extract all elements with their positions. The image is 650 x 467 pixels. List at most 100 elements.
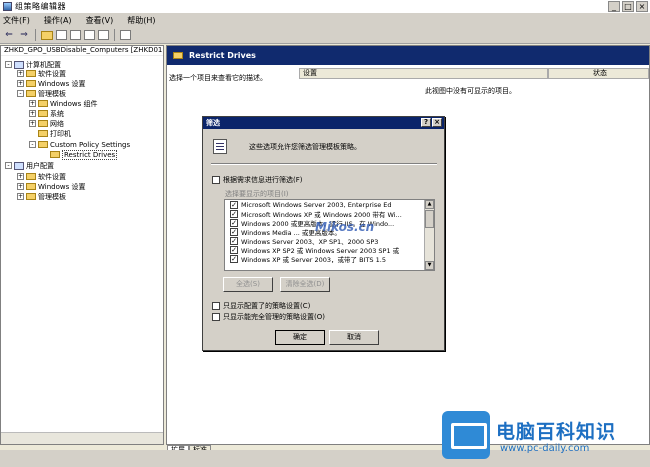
scroll-up-arrow-icon[interactable]: ▲: [425, 200, 434, 209]
filter-icon[interactable]: [120, 30, 131, 40]
checkbox-checked-icon[interactable]: ✓: [230, 218, 238, 227]
filter-dialog: 筛选 ? × 这些选项允许您筛选管理模板策略。 根据需求信息进行筛选(F) 选择…: [202, 116, 445, 351]
tree-item[interactable]: - 用户配置: [5, 161, 54, 170]
folder-icon: [38, 130, 48, 137]
tree-item[interactable]: + 软件设置: [17, 172, 66, 181]
tree-root[interactable]: ZHKD_GPO_USBDisable_Computers [ZHKD01...: [1, 46, 163, 56]
tree-item[interactable]: - Custom Policy Settings: [29, 140, 130, 149]
export-list-icon[interactable]: [70, 30, 81, 40]
tree-item[interactable]: 打印机: [29, 129, 71, 138]
menu-file[interactable]: 文件(F): [3, 15, 30, 26]
list-item[interactable]: ✓ Windows XP SP2 或 Windows Server 2003 SP…: [225, 245, 425, 254]
checkbox-box[interactable]: [212, 176, 220, 184]
expand-toggle-icon[interactable]: -: [5, 162, 12, 169]
scroll-down-arrow-icon[interactable]: ▼: [425, 261, 434, 270]
tree-item-label: 管理模板: [38, 89, 66, 98]
app-icon: [3, 2, 12, 11]
expand-toggle-icon[interactable]: +: [17, 173, 24, 180]
column-header-setting[interactable]: 设置: [299, 68, 548, 79]
list-item[interactable]: ✓ Microsoft Windows XP 或 Windows 2000 带有 …: [225, 209, 425, 218]
expand-toggle-icon[interactable]: -: [5, 61, 12, 68]
expand-toggle-icon[interactable]: +: [17, 183, 24, 190]
list-item[interactable]: ✓ Microsoft Windows Server 2003, Enterpri…: [225, 200, 425, 209]
toolbar-separator: [35, 29, 36, 41]
tree-item[interactable]: Restrict Drives: [41, 149, 118, 160]
requirements-listbox[interactable]: ✓ Microsoft Windows Server 2003, Enterpri…: [224, 199, 435, 271]
tree-item-label: Custom Policy Settings: [50, 140, 131, 149]
empty-list-message: 此视图中没有可显示的项目。: [425, 87, 516, 95]
checkbox-checked-icon[interactable]: ✓: [230, 236, 238, 245]
tree-item-label: Windows 设置: [38, 182, 86, 191]
folder-icon: [26, 80, 36, 87]
select-all-button[interactable]: 全选(S): [223, 277, 273, 292]
dialog-intro-text: 这些选项允许您筛选管理模板策略。: [249, 143, 361, 151]
tree-item[interactable]: + Windows 组件: [29, 99, 97, 108]
minimize-button[interactable]: _: [608, 1, 620, 12]
menu-view[interactable]: 查看(V): [86, 15, 114, 26]
menu-action[interactable]: 操作(A): [44, 15, 72, 26]
expand-toggle-icon[interactable]: +: [29, 100, 36, 107]
only-configured-checkbox[interactable]: 只显示配置了的策略设置(C): [212, 301, 310, 311]
list-label: 选择要显示的项目(I): [225, 190, 289, 198]
expand-toggle-icon[interactable]: +: [17, 80, 24, 87]
filter-document-icon: [213, 139, 227, 154]
tree-pane[interactable]: ZHKD_GPO_USBDisable_Computers [ZHKD01...…: [0, 45, 164, 445]
tree-item[interactable]: + 软件设置: [17, 69, 66, 78]
expand-toggle-icon[interactable]: -: [29, 141, 36, 148]
checkbox-checked-icon[interactable]: ✓: [230, 254, 238, 263]
dialog-help-button[interactable]: ?: [421, 118, 431, 127]
tree-item-label: 打印机: [50, 129, 71, 138]
title-bar: 组策略编辑器 _ □ ×: [0, 0, 650, 14]
cancel-button[interactable]: 取消: [329, 330, 379, 345]
checkbox-checked-icon[interactable]: ✓: [230, 200, 238, 209]
tree-item[interactable]: + Windows 设置: [17, 182, 85, 191]
brand-title: 电脑百科知识: [496, 421, 617, 443]
checkbox-checked-icon[interactable]: ✓: [230, 245, 238, 254]
up-folder-icon[interactable]: [41, 30, 53, 40]
listbox-scrollbar[interactable]: ▲ ▼: [424, 200, 434, 270]
close-button[interactable]: ×: [636, 1, 648, 12]
filter-requirements-checkbox[interactable]: 根据需求信息进行筛选(F): [212, 175, 303, 185]
checkbox-box[interactable]: [212, 313, 220, 321]
list-item[interactable]: ✓ Windows Server 2003、XP SP1、2000 SP3: [225, 236, 425, 245]
list-item[interactable]: ✓ Windows XP 或 Server 2003，或带了 BITS 1.5: [225, 254, 425, 263]
toolbar: ⇐ ⇒: [0, 27, 650, 44]
show-tree-icon[interactable]: [56, 30, 67, 40]
scroll-thumb[interactable]: [425, 210, 434, 228]
tree-item[interactable]: + Windows 设置: [17, 79, 85, 88]
tree-item-label: Restrict Drives: [62, 149, 118, 160]
checkbox-checked-icon[interactable]: ✓: [230, 209, 238, 218]
help-icon[interactable]: [98, 30, 109, 40]
user-icon: [14, 161, 24, 170]
maximize-button[interactable]: □: [622, 1, 634, 12]
checkbox-box[interactable]: [212, 302, 220, 310]
folder-icon: [26, 70, 36, 77]
expand-toggle-icon[interactable]: +: [17, 70, 24, 77]
expand-toggle-icon[interactable]: +: [17, 193, 24, 200]
monitor-icon: [442, 411, 490, 459]
list-item-label: Microsoft Windows XP 或 Windows 2000 带有 W…: [241, 210, 402, 219]
menu-help[interactable]: 帮助(H): [127, 15, 155, 26]
folder-icon: [173, 52, 183, 59]
column-header-status[interactable]: 状态: [548, 68, 649, 79]
ok-button[interactable]: 确定: [275, 330, 325, 345]
expand-toggle-icon[interactable]: +: [29, 110, 36, 117]
forward-arrow-icon[interactable]: ⇒: [18, 29, 30, 41]
expand-toggle-icon[interactable]: -: [17, 90, 24, 97]
tree-horizontal-scrollbar[interactable]: [1, 432, 163, 444]
properties-icon[interactable]: [84, 30, 95, 40]
folder-icon: [38, 100, 48, 107]
checkbox-checked-icon[interactable]: ✓: [230, 227, 238, 236]
tree-item[interactable]: + 管理模板: [17, 192, 66, 201]
back-arrow-icon[interactable]: ⇐: [3, 29, 15, 41]
dialog-close-button[interactable]: ×: [432, 118, 442, 127]
deselect-all-button[interactable]: 清除全选(D): [280, 277, 330, 292]
expand-toggle-icon[interactable]: +: [29, 120, 36, 127]
tree-item-label: Windows 组件: [50, 99, 98, 108]
tree-item[interactable]: + 网络: [29, 119, 64, 128]
only-managed-checkbox[interactable]: 只显示能完全管理的策略设置(O): [212, 312, 325, 322]
tree-item[interactable]: + 系统: [29, 109, 64, 118]
tree-item[interactable]: - 管理模板: [17, 89, 66, 98]
list-item-label: Windows XP SP2 或 Windows Server 2003 SP1…: [241, 246, 400, 255]
only-configured-label: 只显示配置了的策略设置(C): [223, 302, 311, 310]
